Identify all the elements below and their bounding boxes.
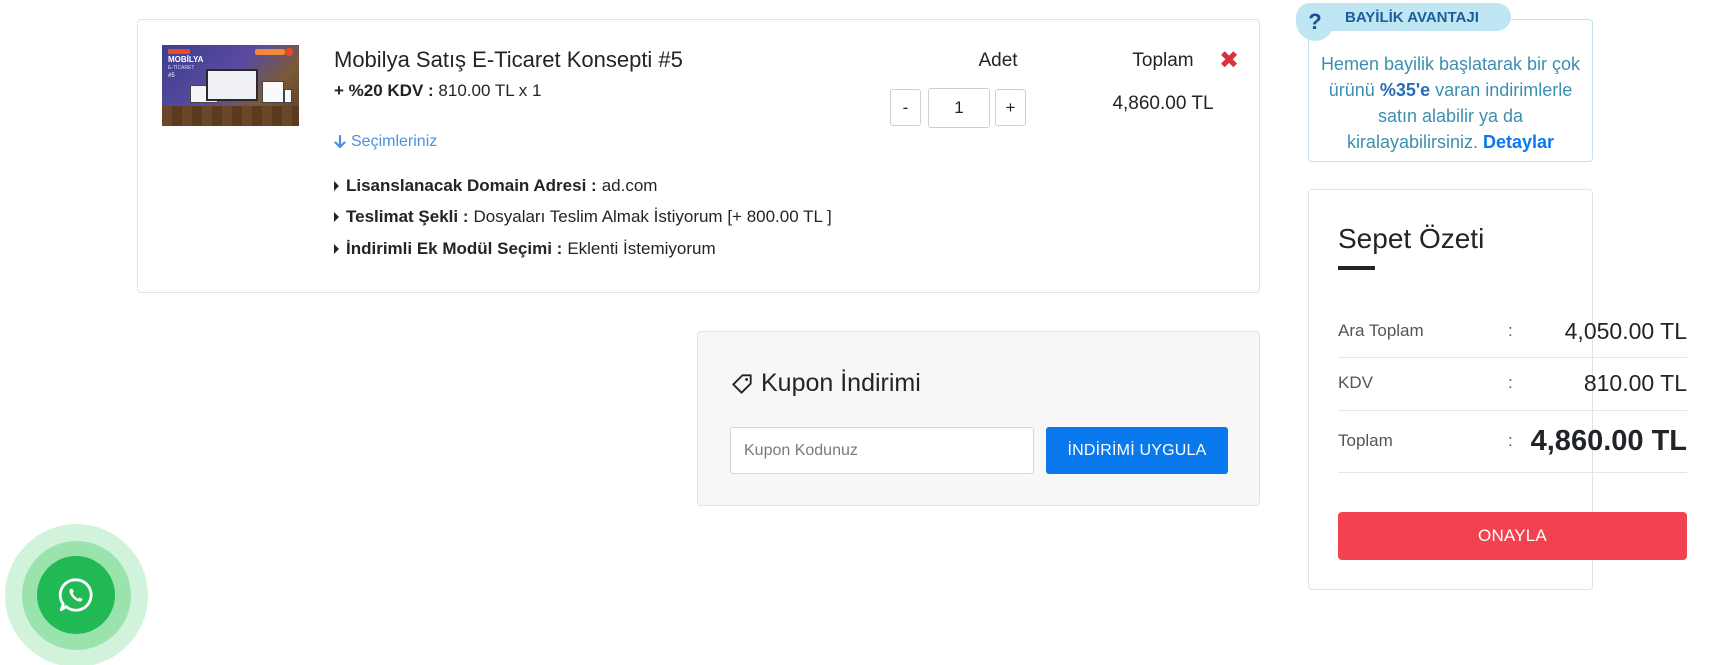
caret-right-icon: [334, 181, 339, 191]
coupon-title: Kupon İndirimi: [731, 369, 921, 398]
thumbnail-tag: [255, 49, 285, 55]
product-thumbnail[interactable]: MOBİLYA E-TİCARET #5: [162, 45, 299, 126]
caret-right-icon: [334, 244, 339, 254]
remove-item-icon[interactable]: ✖: [1218, 49, 1240, 73]
product-price: + %20 KDV : 810.00 TL x 1: [334, 81, 541, 101]
quantity-input[interactable]: [928, 88, 990, 128]
summary-title-underline: [1338, 266, 1375, 270]
thumbnail-tablet: [262, 81, 284, 103]
thumbnail-number: #5: [168, 73, 175, 79]
advantage-discount: %35'e: [1379, 80, 1431, 100]
apply-coupon-button[interactable]: İNDİRİMİ UYGULA: [1046, 427, 1228, 474]
line-total: 4,860.00 TL: [1112, 93, 1214, 114]
coupon-card: Kupon İndirimi İNDİRİMİ UYGULA: [697, 331, 1260, 506]
question-icon: ?: [1296, 3, 1334, 41]
arrow-down-icon: [334, 135, 346, 149]
summary-title: Sepet Özeti: [1338, 223, 1485, 254]
summary-value: 810.00 TL: [1583, 369, 1687, 396]
summary-value: 4,050.00 TL: [1564, 317, 1687, 344]
selections-toggle[interactable]: Seçimleriniz: [334, 133, 437, 151]
quantity-decrease-button[interactable]: -: [890, 89, 921, 126]
option-module: İndirimli Ek Modül Seçimi : Eklenti İste…: [334, 239, 716, 259]
summary-value: 4,860.00 TL: [1530, 424, 1687, 457]
thumbnail-floor: [162, 106, 299, 126]
summary-separator: :: [1508, 321, 1513, 340]
selections-toggle-label: Seçimleriniz: [351, 133, 438, 150]
summary-label: Toplam: [1338, 431, 1393, 450]
thumbnail-monitor: [206, 69, 258, 101]
option-value: Dosyaları Teslim Almak İstiyorum [+ 800.…: [473, 207, 832, 226]
option-label: Teslimat Şekli :: [346, 207, 469, 226]
thumbnail-subtitle: E-TİCARET: [168, 65, 195, 71]
thumbnail-badge: [168, 49, 190, 54]
summary-row-subtotal: Ara Toplam : 4,050.00 TL: [1338, 316, 1687, 346]
summary-separator: :: [1508, 373, 1513, 392]
thumbnail-title: MOBİLYA: [168, 55, 204, 64]
advantage-details-link[interactable]: Detaylar: [1483, 132, 1554, 152]
whatsapp-button[interactable]: [37, 556, 115, 634]
dealer-advantage-label: BAYİLİK AVANTAJI: [1345, 9, 1479, 26]
price-tax-value: 810.00 TL x 1: [438, 81, 542, 100]
coupon-code-input[interactable]: [730, 427, 1034, 474]
summary-divider: [1338, 410, 1687, 411]
summary-label: Ara Toplam: [1338, 321, 1424, 340]
summary-divider: [1338, 357, 1687, 358]
whatsapp-icon: [58, 578, 93, 612]
coupon-title-text: Kupon İndirimi: [761, 369, 921, 397]
cart-item-card: MOBİLYA E-TİCARET #5 Mobilya Satış E-Tic…: [137, 19, 1260, 293]
confirm-button[interactable]: ONAYLA: [1338, 512, 1687, 560]
option-label: İndirimli Ek Modül Seçimi :: [346, 239, 563, 258]
thumbnail-phone: [284, 89, 292, 103]
quantity-increase-button[interactable]: +: [995, 89, 1026, 126]
summary-label: KDV: [1338, 373, 1373, 392]
summary-row-total: Toplam : 4,860.00 TL: [1338, 424, 1687, 458]
option-domain: Lisanslanacak Domain Adresi : ad.com: [334, 176, 657, 196]
tag-icon: [732, 373, 752, 394]
option-value: ad.com: [601, 176, 658, 195]
price-tax-label: + %20 KDV :: [334, 81, 434, 100]
product-title[interactable]: Mobilya Satış E-Ticaret Konsepti #5: [334, 47, 683, 73]
summary-separator: :: [1508, 431, 1513, 450]
dealer-advantage-text: Hemen bayilik başlatarak bir çok ürünü %…: [1318, 51, 1583, 155]
quantity-header: Adet: [978, 50, 1018, 71]
option-value: Eklenti İstemiyorum: [567, 239, 716, 258]
summary-divider: [1338, 472, 1687, 473]
option-delivery: Teslimat Şekli : Dosyaları Teslim Almak …: [334, 207, 832, 227]
total-header: Toplam: [1132, 50, 1194, 71]
thumbnail-logo: [285, 48, 293, 56]
summary-row-tax: KDV : 810.00 TL: [1338, 368, 1687, 398]
option-label: Lisanslanacak Domain Adresi :: [346, 176, 597, 195]
caret-right-icon: [334, 212, 339, 222]
